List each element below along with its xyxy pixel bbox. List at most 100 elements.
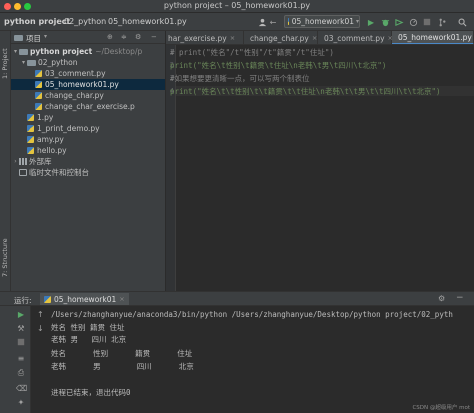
window-title: python project – 05_homework01.py bbox=[163, 1, 311, 10]
tab-label: 05_homework01.py bbox=[398, 32, 472, 42]
breadcrumb-folder[interactable]: 02_python bbox=[64, 17, 106, 26]
git-icon[interactable] bbox=[436, 16, 448, 28]
console-command-line: /Users/zhanghanyue/anaconda3/bin/python … bbox=[51, 310, 453, 319]
tree-item-file[interactable]: change_char.py bbox=[11, 90, 165, 101]
tab-change-char[interactable]: change_char.py × bbox=[244, 31, 318, 44]
rerun-icon[interactable]: ▶ bbox=[16, 310, 26, 320]
tree-item-file[interactable]: amy.py bbox=[11, 134, 165, 145]
coverage-icon[interactable] bbox=[394, 16, 404, 28]
library-icon bbox=[19, 158, 27, 165]
tree-item-external-libraries[interactable]: › 外部库 bbox=[11, 156, 165, 167]
scroll-up-icon[interactable]: ↑ bbox=[37, 310, 44, 319]
collapse-all-icon[interactable]: ≑ bbox=[121, 33, 127, 41]
title-bar: python project – 05_homework01.py bbox=[0, 0, 474, 13]
chevron-down-icon[interactable]: ▾ bbox=[44, 33, 47, 40]
close-icon[interactable]: × bbox=[119, 295, 124, 303]
expand-arrow-icon[interactable]: › bbox=[12, 158, 19, 165]
tree-item-file[interactable]: 1_print_demo.py bbox=[11, 123, 165, 134]
wrench-icon[interactable]: ⚒ bbox=[16, 324, 26, 334]
run-panel-header: 运行: 05_homework01 × ⚙ − bbox=[0, 291, 474, 306]
tree-item-file-selected[interactable]: 05_homework01.py bbox=[11, 79, 165, 90]
close-icon[interactable]: × bbox=[230, 34, 235, 42]
hide-panel-icon[interactable]: − bbox=[151, 33, 157, 41]
code-line-3: #如果想要更清晰一点，可以写两个制表位 bbox=[170, 74, 310, 83]
debug-icon[interactable] bbox=[380, 16, 390, 28]
gear-icon[interactable]: ⚙ bbox=[135, 33, 141, 41]
console-output-line: 姓名 性别 籍贯 住址 bbox=[51, 349, 193, 358]
breadcrumb-separator-icon: › bbox=[101, 16, 105, 25]
tree-item-scratches[interactable]: 临时文件和控制台 bbox=[11, 167, 165, 178]
breadcrumb-separator-icon: › bbox=[58, 16, 62, 25]
project-panel-header: 项目 ▾ ⊕ ≑ ⚙ − bbox=[11, 31, 165, 44]
scroll-down-icon[interactable]: ↓ bbox=[37, 324, 44, 333]
stop-icon[interactable] bbox=[16, 338, 26, 348]
tree-item-project-root[interactable]: ▾ python project ~/Desktop/p bbox=[11, 46, 165, 57]
chevron-down-icon: ▾ bbox=[355, 18, 359, 25]
tab-label: har_exercise.py bbox=[168, 33, 227, 43]
run-tab[interactable]: 05_homework01 × bbox=[40, 293, 129, 305]
tree-item-label: hello.py bbox=[37, 146, 67, 155]
tree-item-file[interactable]: hello.py bbox=[11, 145, 165, 156]
python-file-icon bbox=[44, 295, 51, 303]
left-tool-strip: 1: Project 7: Structure bbox=[0, 31, 11, 291]
python-file-icon bbox=[27, 114, 34, 121]
tree-item-file[interactable]: 03_comment.py bbox=[11, 68, 165, 79]
console-output-line: 老韩 男 四川 北京 bbox=[51, 362, 194, 371]
tree-item-label: 02_python bbox=[38, 58, 78, 67]
pin-icon[interactable]: ✦ bbox=[16, 398, 26, 408]
user-icon[interactable] bbox=[256, 16, 268, 28]
structure-tool-tab[interactable]: 7: Structure bbox=[1, 227, 10, 277]
tab-comment[interactable]: 03_comment.py × bbox=[318, 31, 393, 44]
breadcrumb-file[interactable]: 05_homework01.py bbox=[108, 17, 187, 26]
close-icon[interactable]: × bbox=[312, 34, 317, 42]
tab-homework01[interactable]: 05_homework01.py × bbox=[392, 31, 474, 44]
tab-har-exercise[interactable]: har_exercise.py × bbox=[166, 31, 244, 44]
gear-icon[interactable]: ⚙ bbox=[438, 294, 445, 303]
editor-tab-bar: har_exercise.py × change_char.py × 03_co… bbox=[166, 31, 474, 45]
code-line-2: print("姓名\t性别\t籍贯\t住址\n老韩\t男\t四川\t北京") bbox=[170, 61, 387, 70]
code-line-4: print("姓名\t\t性别\t\t籍贯\t\t住址\n老韩\t\t男\t\t… bbox=[170, 87, 441, 96]
console-icon bbox=[19, 169, 27, 176]
code-editor[interactable]: 1 2 3 4 # print("姓名"/t"性别"/t"籍贯"/t"住址") … bbox=[166, 45, 474, 291]
python-file-icon bbox=[35, 70, 42, 77]
python-file-icon bbox=[35, 81, 42, 88]
profile-icon[interactable] bbox=[408, 16, 418, 28]
tree-item-label: 03_comment.py bbox=[45, 69, 106, 78]
search-icon[interactable] bbox=[456, 16, 468, 28]
expand-arrow-icon[interactable]: ▾ bbox=[12, 48, 19, 55]
tab-label: change_char.py bbox=[250, 33, 309, 43]
tree-item-label: 1.py bbox=[37, 113, 54, 122]
stop-icon[interactable] bbox=[422, 16, 432, 28]
tree-item-file[interactable]: 1.py bbox=[11, 112, 165, 123]
project-panel: 项目 ▾ ⊕ ≑ ⚙ − ▾ python project ~/Desktop/… bbox=[11, 31, 166, 291]
tree-item-label: 临时文件和控制台 bbox=[29, 168, 89, 177]
back-arrow-icon[interactable]: ← bbox=[268, 16, 278, 28]
project-tool-tab[interactable]: 1: Project bbox=[1, 35, 10, 79]
hide-panel-icon[interactable]: − bbox=[456, 293, 464, 303]
tree-item-label: change_char_exercise.p bbox=[45, 102, 135, 111]
run-tab-label: 05_homework01 bbox=[54, 294, 117, 304]
soft-wrap-icon[interactable]: ≡ bbox=[16, 354, 26, 364]
python-file-icon bbox=[35, 92, 42, 99]
run-console-output[interactable]: ↑ ↓ /Users/zhanghanyue/anaconda3/bin/pyt… bbox=[31, 306, 474, 413]
bottom-left-tool-strip bbox=[0, 306, 11, 413]
delete-icon[interactable]: ⌫ bbox=[16, 384, 27, 394]
code-line-1: # print("姓名"/t"性别"/t"籍贯"/t"住址") bbox=[170, 48, 334, 57]
print-icon[interactable]: ⎙ bbox=[16, 368, 26, 378]
run-configuration-select[interactable]: 05_homework01 ▾ bbox=[284, 15, 360, 28]
project-panel-title[interactable]: 项目 bbox=[26, 33, 41, 44]
tree-item-folder[interactable]: ▾ 02_python bbox=[11, 57, 165, 68]
tree-item-label: 外部库 bbox=[29, 157, 52, 166]
expand-arrow-icon[interactable]: ▾ bbox=[20, 59, 27, 66]
tab-label: 03_comment.py bbox=[324, 33, 385, 43]
navigation-bar: python project › 02_python › 05_homework… bbox=[0, 13, 474, 31]
run-config-name: 05_homework01 bbox=[291, 17, 354, 26]
python-file-icon bbox=[288, 18, 289, 25]
tree-item-path: ~/Desktop/p bbox=[95, 47, 143, 56]
tree-item-file[interactable]: change_char_exercise.p bbox=[11, 101, 165, 112]
tree-item-label: change_char.py bbox=[45, 91, 104, 100]
python-file-icon bbox=[27, 125, 34, 132]
run-icon[interactable]: ▶ bbox=[366, 16, 376, 28]
locate-file-icon[interactable]: ⊕ bbox=[107, 33, 113, 41]
folder-icon bbox=[27, 59, 36, 66]
